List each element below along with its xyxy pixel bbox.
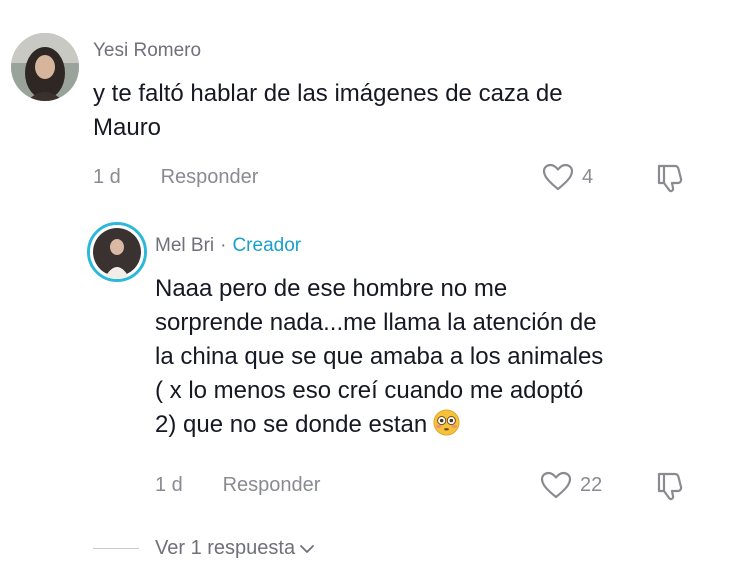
comment-text-line: 2) que no se donde estan [155,408,715,442]
creator-badge: Creador [232,235,302,256]
reply-button[interactable]: Responder [223,474,321,496]
divider-line [93,548,139,549]
comment-meta: 1 d Responder [155,474,320,497]
thumbs-down-icon [657,164,683,193]
comment-text-line: y te faltó hablar de las imágenes de caz… [93,80,563,107]
reply-button[interactable]: Responder [161,166,259,188]
separator-dot: · [220,235,227,256]
comment-time: 1 d [155,474,183,496]
heart-icon [540,471,572,499]
like-button[interactable]: 4 [542,163,593,191]
avatar-yesi[interactable] [11,33,79,101]
comment-username[interactable]: Yesi Romero [93,40,201,62]
view-replies-label: Ver 1 respuesta [155,537,296,559]
comment-text-line: ( x lo menos eso creí cuando me adoptó [155,377,584,404]
dislike-button[interactable] [655,163,687,198]
like-button[interactable]: 22 [540,471,602,499]
username-text[interactable]: Yesi Romero [93,40,201,61]
like-count: 4 [582,165,594,188]
chevron-down-icon [300,544,314,553]
like-count: 22 [580,473,603,496]
heart-icon [542,163,574,191]
flushed-face-emoji-icon [433,409,460,436]
comment-meta: 1 d Responder [93,166,258,189]
comment-text-line: la china que se que amaba a los animales [155,343,604,370]
thumbs-down-icon [657,472,683,501]
creator-avatar-icon [90,225,144,279]
comment-text-line: Naaa pero de ese hombre no me [155,275,508,302]
comment-text-line: sorprende nada...me llama la atención de [155,309,597,336]
comment-text: Naaa pero de ese hombre no me sorprende … [155,272,715,442]
comment-text-line: Mauro [93,114,162,141]
comment-text-last: 2) que no se donde estan [155,411,428,438]
avatar-mel-bri[interactable] [87,222,147,282]
comment-username: Mel Bri · Creador [155,235,301,257]
comment-time: 1 d [93,166,121,188]
username-text[interactable]: Mel Bri [155,235,214,256]
view-replies-button[interactable]: Ver 1 respuesta [93,537,315,560]
user-avatar-icon [11,33,79,101]
dislike-button[interactable] [655,471,687,506]
comment-text: y te faltó hablar de las imágenes de caz… [93,77,693,145]
